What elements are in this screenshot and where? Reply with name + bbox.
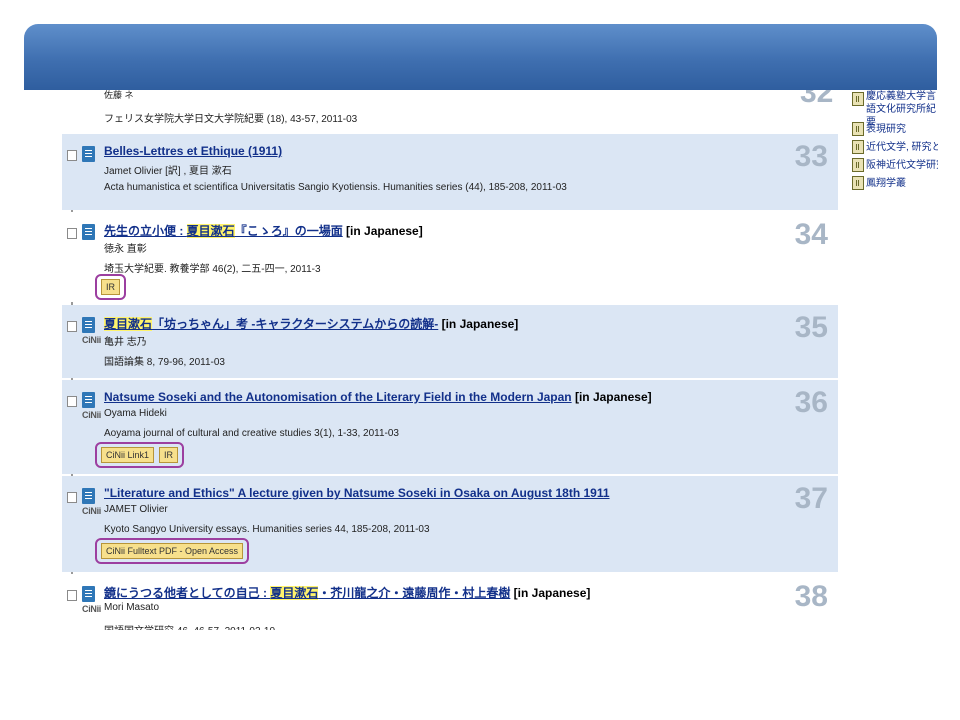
sidebar-journal-item[interactable]: 阪神近代文学研究 — [852, 156, 938, 174]
document-icon — [82, 224, 95, 240]
result-title-part[interactable]: "Literature and Ethics" A lecture given … — [104, 486, 610, 500]
journal-icon — [852, 176, 864, 190]
result-title[interactable]: 先生の立小便 : 夏目漱石『こゝろ』の一場面 [in Japanese] — [104, 222, 423, 239]
select-checkbox[interactable] — [67, 150, 77, 161]
result-number: 32 — [800, 90, 834, 109]
full-text-links: IR — [95, 274, 126, 300]
result-author: Jamet Olivier [訳] , 夏目 漱石 — [104, 166, 232, 177]
result-source: Acta humanistica et scientifica Universi… — [104, 182, 567, 193]
full-text-badge[interactable]: CiNii Fulltext PDF - Open Access — [101, 543, 244, 559]
result-title[interactable]: 夏目漱石「坊っちゃん」考 -キャラクターシステムからの読解- [in Japan… — [104, 315, 518, 332]
result-author: Oyama Hideki — [104, 408, 167, 419]
result-author: 佐藤 ネ — [104, 90, 134, 100]
result-row: Belles-Lettres et Ethique (1911) Jamet Ol… — [62, 134, 838, 210]
result-number: 37 — [794, 482, 828, 515]
result-row: CiNii 鏡にうつる他者としての自己 : 夏目漱石・芥川龍之介・遠藤周作・村上春… — [62, 574, 838, 630]
result-title-part[interactable]: 「坊っちゃん」考 -キャラクターシステムからの読解- — [152, 317, 438, 331]
result-row: 先生の立小便 : 夏目漱石『こゝろ』の一場面 [in Japanese] 徳永 直… — [62, 212, 838, 302]
result-row: CiNii "Literature and Ethics" A lecture g… — [62, 476, 838, 572]
journal-icon — [852, 122, 864, 136]
sidebar-journal-item[interactable]: 慶応義塾大学言語文化研究所紀要 — [852, 90, 938, 128]
document-icon — [82, 146, 95, 162]
result-title-part[interactable]: ・芥川龍之介・遠藤周作・村上春樹 — [318, 586, 510, 600]
result-title[interactable]: 鏡にうつる他者としての自己 : 夏目漱石・芥川龍之介・遠藤周作・村上春樹 [in… — [104, 584, 590, 601]
result-number: 38 — [794, 580, 828, 613]
result-author: 徳永 直彰 — [104, 244, 147, 255]
select-checkbox[interactable] — [67, 321, 77, 332]
journal-icon — [852, 92, 864, 106]
result-number: 33 — [794, 140, 828, 173]
language-tag: [in Japanese] — [438, 317, 519, 331]
result-number: 36 — [794, 386, 828, 419]
full-text-links: CiNii Fulltext PDF - Open Access — [95, 538, 250, 564]
result-source: 国語論集 8, 79-96, 2011-03 — [104, 357, 225, 368]
sidebar-journal-label[interactable]: 近代文学, 研究と資料 — [866, 138, 938, 153]
sidebar-journal-item[interactable]: 表現研究 — [852, 120, 938, 138]
select-checkbox[interactable] — [67, 492, 77, 503]
result-title-part[interactable]: 夏目漱石 — [270, 586, 319, 600]
result-number: 35 — [794, 311, 828, 344]
result-title[interactable]: "Literature and Ethics" A lecture given … — [104, 486, 610, 500]
result-title-part[interactable]: Belles-Lettres et Ethique (1911) — [104, 144, 282, 158]
slide-header-banner — [24, 24, 937, 90]
result-row: CiNii 夏目漱石「坊っちゃん」考 -キャラクターシステムからの読解- [in … — [62, 305, 838, 378]
result-number: 34 — [794, 218, 828, 251]
cinii-logo: CiNii — [82, 410, 102, 420]
document-icon — [82, 586, 95, 602]
sidebar-journal-label[interactable]: 表現研究 — [866, 120, 906, 135]
result-author: Mori Masato — [104, 602, 160, 613]
language-tag: [in Japanese] — [510, 586, 591, 600]
journal-icon — [852, 158, 864, 172]
result-author: JAMET Olivier — [104, 504, 168, 515]
sidebar-journal-item[interactable]: 近代文学, 研究と資料 — [852, 138, 938, 156]
result-source: Kyoto Sangyo University essays. Humaniti… — [104, 524, 430, 535]
result-source: 国語国文学研究 46, 46-57, 2011-02-10 — [104, 622, 275, 630]
result-title-part[interactable]: 鏡にうつる他者としての自己 : — [104, 586, 270, 600]
cinii-logo: CiNii — [82, 506, 102, 516]
result-title[interactable]: Belles-Lettres et Ethique (1911) — [104, 144, 282, 158]
sidebar-journal-label[interactable]: 阪神近代文学研究 — [866, 156, 938, 171]
cinii-logo: CiNii — [82, 335, 102, 345]
result-title-part[interactable]: Natsume Soseki and the Autonomisation of… — [104, 390, 572, 404]
result-row-partial: 佐藤 ネ フェリス女学院大学日文大学院紀要 (18), 43-57, 2011-… — [62, 90, 838, 134]
select-checkbox[interactable] — [67, 228, 77, 239]
sidebar-journal-label[interactable]: 鳳翔学叢 — [866, 174, 906, 189]
result-title-part[interactable]: 『こゝろ』の一場面 — [235, 224, 343, 238]
result-title[interactable]: Natsume Soseki and the Autonomisation of… — [104, 390, 652, 404]
full-text-links: CiNii Link1 IR — [95, 442, 185, 468]
result-title-part[interactable]: 夏目漱石 — [186, 224, 235, 238]
full-text-badge[interactable]: IR — [101, 279, 120, 295]
result-source: Aoyama journal of cultural and creative … — [104, 428, 399, 439]
result-source: 埼玉大学紀要. 教養学部 46(2), 二五-四一, 2011-3 — [104, 264, 321, 275]
result-author: 亀井 志乃 — [104, 337, 147, 348]
document-icon — [82, 317, 95, 333]
search-results-screenshot: 佐藤 ネ フェリス女学院大学日文大学院紀要 (18), 43-57, 2011-… — [62, 90, 938, 630]
document-icon — [82, 392, 95, 408]
journal-icon — [852, 140, 864, 154]
result-title-part[interactable]: 夏目漱石 — [104, 317, 153, 331]
full-text-badge[interactable]: CiNii Link1 — [101, 447, 155, 463]
document-icon — [82, 488, 95, 504]
result-row: CiNii Natsume Soseki and the Autonomisati… — [62, 380, 838, 474]
language-tag: [in Japanese] — [571, 390, 652, 404]
sidebar-journal-item[interactable]: 鳳翔学叢 — [852, 174, 938, 192]
select-checkbox[interactable] — [67, 590, 77, 601]
cinii-logo: CiNii — [82, 604, 102, 614]
result-title-part[interactable]: 先生の立小便 : — [104, 224, 187, 238]
full-text-badge[interactable]: IR — [159, 447, 179, 463]
language-tag: [in Japanese] — [342, 224, 423, 238]
select-checkbox[interactable] — [67, 396, 77, 407]
related-journals-sidebar: 慶応義塾大学言語文化研究所紀要表現研究近代文学, 研究と資料阪神近代文学研究鳳翔… — [852, 90, 938, 192]
result-source: フェリス女学院大学日文大学院紀要 (18), 43-57, 2011-03 — [104, 114, 358, 125]
